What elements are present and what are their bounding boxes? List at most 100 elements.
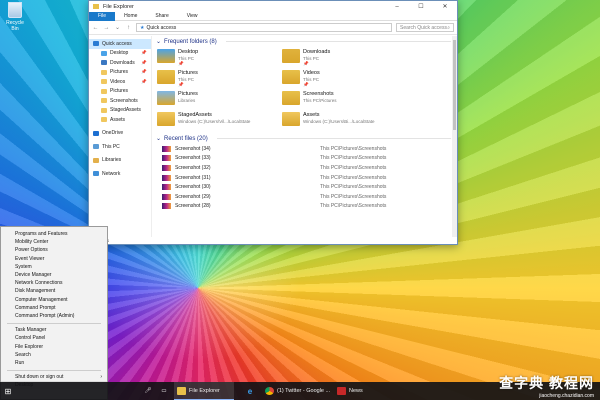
sidebar-item-label: Downloads <box>110 59 135 66</box>
folder-icon <box>282 49 300 63</box>
recent-files-header[interactable]: ⌄ Recent files (20) <box>152 133 457 144</box>
menu-item[interactable]: Command Prompt <box>1 304 107 312</box>
menu-item[interactable]: Disk Management <box>1 287 107 295</box>
menu-item-label: Task Manager <box>15 327 47 334</box>
sidebar-item[interactable]: Libraries <box>89 156 151 166</box>
address-field[interactable]: ★ Quick access <box>136 23 392 32</box>
sidebar-item[interactable]: Desktop 📌 <box>89 49 151 59</box>
sidebar-item[interactable]: Assets <box>89 115 151 125</box>
tab-file[interactable]: File <box>89 11 116 21</box>
folder-tile[interactable]: Videos This PC 📌 <box>282 68 407 89</box>
menu-item-label: Programs and Features <box>15 231 68 238</box>
recycle-bin-label: Recycle Bin <box>6 20 24 32</box>
folder-tile[interactable]: Screenshots This PC\Pictures <box>282 89 407 110</box>
sidebar-item[interactable]: OneDrive <box>89 129 151 139</box>
sidebar-item[interactable]: Pictures <box>89 87 151 97</box>
menu-item-label: Network Connections <box>15 280 63 287</box>
menu-item[interactable]: Programs and Features <box>1 230 107 238</box>
menu-item[interactable]: Task Manager <box>1 326 107 334</box>
sidebar-item[interactable]: Downloads 📌 <box>89 58 151 68</box>
folder-name: Pictures <box>178 70 198 76</box>
taskbar-file-explorer[interactable]: File Explorer <box>174 382 234 400</box>
sidebar-item[interactable]: Videos 📌 <box>89 77 151 87</box>
folder-tile[interactable]: Desktop This PC 📌 <box>157 47 282 68</box>
minimize-button[interactable]: – <box>385 1 409 12</box>
menu-item[interactable]: Computer Management <box>1 296 107 304</box>
sidebar-item[interactable]: StagedAssets <box>89 106 151 116</box>
recent-file-row[interactable]: Screenshot (29) This PC\Pictures\Screensh… <box>152 192 457 202</box>
task-view-button[interactable]: ▭ <box>158 382 170 400</box>
tab-view[interactable]: View <box>178 12 207 21</box>
menu-item[interactable]: Event Viewer <box>1 255 107 263</box>
folder-icon <box>157 112 175 126</box>
back-arrow-icon[interactable]: ← <box>92 25 99 31</box>
folder-tile[interactable]: StagedAssets Windows (C:)\Users\Vil...\Lo… <box>157 110 282 131</box>
folder-tile[interactable]: Pictures Libraries <box>157 89 282 110</box>
recent-file-row[interactable]: Screenshot (33) This PC\Pictures\Screensh… <box>152 154 457 164</box>
sidebar-item-label: Assets <box>110 116 126 123</box>
sidebar-item[interactable]: This PC <box>89 142 151 152</box>
taskbar-chrome[interactable]: (1) Twitter - Google ... <box>262 382 332 400</box>
menu-item[interactable]: Control Panel <box>1 334 107 342</box>
menu-item[interactable]: System <box>1 263 107 271</box>
recent-file-row[interactable]: Screenshot (28) This PC\Pictures\Screensh… <box>152 202 457 212</box>
sidebar-item[interactable]: Screenshots <box>89 96 151 106</box>
vertical-scrollbar[interactable] <box>452 36 457 237</box>
navigation-pane: Quick access Desktop 📌 Downloads 📌 Pictures 📌 V… <box>89 36 152 237</box>
watermark-title: 查字典 教程网 <box>499 375 594 391</box>
menu-item[interactable]: Run <box>1 359 107 367</box>
file-path: This PC\Pictures\Screenshots <box>320 174 387 181</box>
edge-browser-icon: e <box>247 386 253 396</box>
taskbar-news[interactable]: News <box>334 382 364 400</box>
maximize-button[interactable]: ☐ <box>409 1 433 12</box>
menu-item[interactable]: Mobility Center <box>1 238 107 246</box>
up-arrow-icon[interactable]: ↑ <box>125 25 132 31</box>
menu-item[interactable]: Device Manager <box>1 271 107 279</box>
frequent-folders-header[interactable]: ⌄ Frequent folders (8) <box>152 36 457 47</box>
frequent-folders-grid: Desktop This PC 📌 Downloads This PC 📌 Pictures… <box>152 47 457 131</box>
forward-arrow-icon[interactable]: → <box>103 25 110 31</box>
chrome-icon <box>265 387 274 395</box>
menu-item[interactable]: File Explorer <box>1 342 107 350</box>
recent-dropdown-icon[interactable]: ⌄ <box>114 24 121 31</box>
menu-item[interactable]: Network Connections <box>1 279 107 287</box>
sidebar-item[interactable]: Pictures 📌 <box>89 68 151 78</box>
folder-icon <box>101 50 107 56</box>
pin-icon: 📌 <box>141 78 147 84</box>
folder-icon <box>93 41 99 47</box>
recent-file-row[interactable]: Screenshot (30) This PC\Pictures\Screensh… <box>152 182 457 192</box>
menu-item[interactable]: Power Options <box>1 246 107 254</box>
recent-file-row[interactable]: Screenshot (31) This PC\Pictures\Screensh… <box>152 173 457 183</box>
recycle-bin-shortcut[interactable]: Recycle Bin <box>3 2 27 32</box>
file-path: This PC\Pictures\Screenshots <box>320 193 387 200</box>
taskbar-label: File Explorer <box>189 387 220 394</box>
file-name: Screenshot (31) <box>175 174 211 181</box>
tab-share[interactable]: Share <box>146 12 177 21</box>
address-bar: ← → ⌄ ↑ ★ Quick access Search Quick acce… <box>89 21 457 35</box>
menu-item[interactable]: Command Prompt (Admin) <box>1 312 107 320</box>
sidebar-item[interactable]: Quick access <box>89 39 151 49</box>
sidebar-item-label: Desktop <box>110 50 129 57</box>
search-input[interactable]: Search Quick access ⌕ <box>396 23 454 32</box>
close-button[interactable]: ✕ <box>433 1 457 12</box>
recent-files-title: Recent files (20) <box>164 135 208 142</box>
menu-item-label: Shut down or sign out <box>15 374 64 381</box>
file-explorer-window: File Explorer – ☐ ✕ File Home Share View… <box>88 0 458 245</box>
menu-item[interactable]: Shut down or sign out › <box>1 373 107 381</box>
image-thumbnail-icon <box>162 155 171 162</box>
pin-icon: 📌 <box>141 69 147 75</box>
folder-tile[interactable]: Pictures This PC 📌 <box>157 68 282 89</box>
folder-tile[interactable]: Downloads This PC 📌 <box>282 47 407 68</box>
title-bar[interactable]: File Explorer – ☐ ✕ <box>89 1 457 12</box>
folder-tile[interactable]: Assets Windows (C:)\Users\Bi...\LocalStat… <box>282 110 407 131</box>
start-button[interactable]: ⊞ <box>0 382 16 400</box>
recent-file-row[interactable]: Screenshot (32) This PC\Pictures\Screensh… <box>152 163 457 173</box>
sidebar-item[interactable]: Network <box>89 169 151 179</box>
file-name: Screenshot (32) <box>175 164 211 171</box>
window-title: File Explorer <box>103 3 134 10</box>
recent-file-row[interactable]: Screenshot (34) This PC\Pictures\Screensh… <box>152 144 457 154</box>
taskbar-edge[interactable]: e <box>243 382 257 400</box>
tab-home[interactable]: Home <box>115 12 146 21</box>
cortana-mic-button[interactable]: 🎤︎ <box>142 382 154 400</box>
menu-item[interactable]: Search <box>1 351 107 359</box>
